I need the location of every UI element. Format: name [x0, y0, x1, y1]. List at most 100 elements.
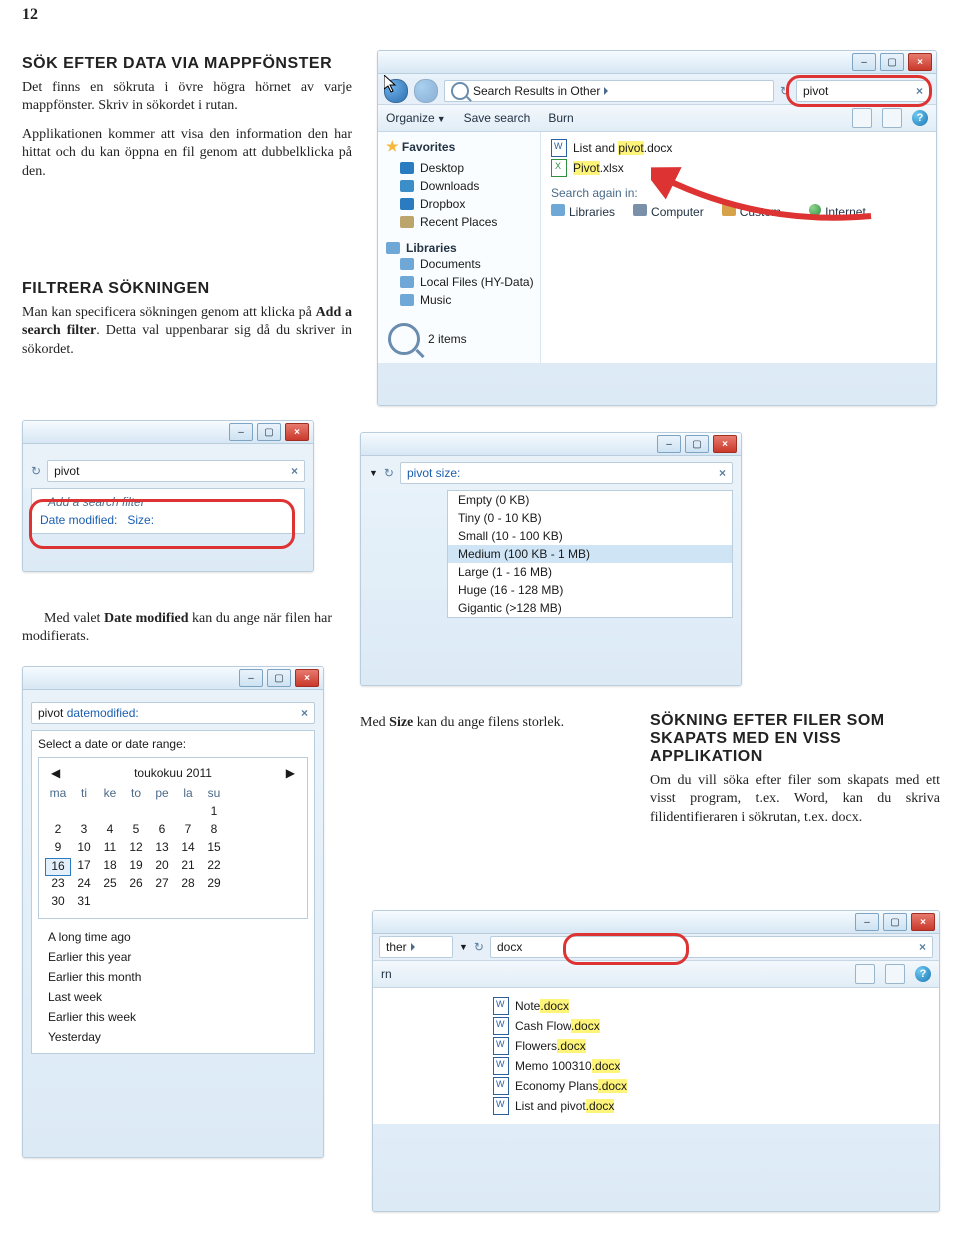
- calendar-day[interactable]: 9: [45, 840, 71, 858]
- refresh-icon[interactable]: ↻: [31, 464, 41, 478]
- calendar-day[interactable]: 2: [45, 822, 71, 840]
- calendar-day[interactable]: 20: [149, 858, 175, 876]
- calendar-day[interactable]: 12: [123, 840, 149, 858]
- calendar-day[interactable]: 24: [71, 876, 97, 894]
- calendar-day[interactable]: 18: [97, 858, 123, 876]
- refresh-icon[interactable]: ↻: [474, 940, 484, 954]
- maximize-button[interactable]: ▢: [257, 423, 281, 441]
- size-option-selected[interactable]: Medium (100 KB - 1 MB): [448, 545, 732, 563]
- search-box[interactable]: pivot datemodified: ×: [31, 702, 315, 724]
- close-button[interactable]: ×: [911, 913, 935, 931]
- date-range-list[interactable]: A long time ago Earlier this year Earlie…: [38, 927, 308, 1047]
- burn-button[interactable]: Burn: [548, 111, 573, 125]
- date-range-option[interactable]: Earlier this month: [38, 967, 308, 987]
- calendar-day[interactable]: 4: [97, 822, 123, 840]
- forward-button[interactable]: [414, 79, 438, 103]
- sidebar-item-downloads[interactable]: Downloads: [386, 177, 536, 195]
- navigation-pane[interactable]: ★ Favorites Desktop Downloads Dropbox Re…: [378, 132, 541, 363]
- refresh-icon[interactable]: ↻: [384, 466, 394, 480]
- search-box[interactable]: docx ×: [490, 936, 933, 958]
- calendar-day[interactable]: 14: [175, 840, 201, 858]
- calendar-day[interactable]: 16: [45, 858, 71, 876]
- date-range-option[interactable]: Earlier this week: [38, 1007, 308, 1027]
- calendar-next[interactable]: ▶: [286, 766, 295, 780]
- maximize-button[interactable]: ▢: [267, 669, 291, 687]
- file-item[interactable]: Memo 100310.docx: [493, 1056, 929, 1076]
- help-button[interactable]: ?: [915, 966, 931, 982]
- file-item[interactable]: Note.docx: [493, 996, 929, 1016]
- file-list[interactable]: Note.docxCash Flow.docxFlowers.docxMemo …: [373, 988, 939, 1124]
- preview-pane-button[interactable]: [882, 108, 902, 128]
- file-item-docx[interactable]: List and pivot.docx: [551, 138, 926, 158]
- preview-pane-button[interactable]: [885, 964, 905, 984]
- calendar-day[interactable]: 26: [123, 876, 149, 894]
- calendar-day[interactable]: 30: [45, 894, 71, 912]
- minimize-button[interactable]: –: [657, 435, 681, 453]
- calendar-day[interactable]: 29: [201, 876, 227, 894]
- size-option[interactable]: Huge (16 - 128 MB): [448, 581, 732, 599]
- sidebar-item-localfiles[interactable]: Local Files (HY-Data): [386, 273, 536, 291]
- date-range-option[interactable]: A long time ago: [38, 927, 308, 947]
- calendar-day[interactable]: 11: [97, 840, 123, 858]
- close-button[interactable]: ×: [713, 435, 737, 453]
- file-item[interactable]: Economy Plans.docx: [493, 1076, 929, 1096]
- view-mode-button[interactable]: [852, 108, 872, 128]
- save-search-button[interactable]: Save search: [464, 111, 531, 125]
- minimize-button[interactable]: –: [239, 669, 263, 687]
- file-item[interactable]: List and pivot.docx: [493, 1096, 929, 1116]
- calendar[interactable]: ◀ toukokuu 2011 ▶ matiketopelasu12345678…: [38, 757, 308, 919]
- calendar-day[interactable]: 8: [201, 822, 227, 840]
- size-option[interactable]: Gigantic (>128 MB): [448, 599, 732, 617]
- size-option[interactable]: Tiny (0 - 10 KB): [448, 509, 732, 527]
- calendar-day[interactable]: 7: [175, 822, 201, 840]
- sidebar-item-dropbox[interactable]: Dropbox: [386, 195, 536, 213]
- date-range-option[interactable]: Last week: [38, 987, 308, 1007]
- calendar-day[interactable]: 3: [71, 822, 97, 840]
- size-options-list[interactable]: Empty (0 KB) Tiny (0 - 10 KB) Small (10 …: [447, 490, 733, 618]
- calendar-day[interactable]: 6: [149, 822, 175, 840]
- search-box[interactable]: pivot ×: [47, 460, 305, 482]
- close-button[interactable]: ×: [908, 53, 932, 71]
- organize-menu[interactable]: Organize▼: [386, 111, 446, 125]
- search-location-libraries[interactable]: Libraries: [551, 204, 615, 219]
- calendar-day[interactable]: 22: [201, 858, 227, 876]
- breadcrumb-fragment[interactable]: ther: [379, 936, 453, 958]
- clear-search-icon[interactable]: ×: [301, 706, 308, 720]
- calendar-day[interactable]: 13: [149, 840, 175, 858]
- size-option[interactable]: Small (10 - 100 KB): [448, 527, 732, 545]
- breadcrumb[interactable]: Search Results in Other: [444, 80, 774, 102]
- calendar-day[interactable]: 28: [175, 876, 201, 894]
- size-option[interactable]: Empty (0 KB): [448, 491, 732, 509]
- minimize-button[interactable]: –: [852, 53, 876, 71]
- calendar-day[interactable]: 31: [71, 894, 97, 912]
- calendar-day[interactable]: 5: [123, 822, 149, 840]
- calendar-day[interactable]: 1: [201, 804, 227, 822]
- libraries-header[interactable]: Libraries: [386, 241, 536, 255]
- date-range-option[interactable]: Earlier this year: [38, 947, 308, 967]
- calendar-prev[interactable]: ◀: [51, 766, 60, 780]
- size-option[interactable]: Large (1 - 16 MB): [448, 563, 732, 581]
- clear-search-icon[interactable]: ×: [719, 466, 726, 480]
- sidebar-item-desktop[interactable]: Desktop: [386, 159, 536, 177]
- calendar-day[interactable]: 27: [149, 876, 175, 894]
- maximize-button[interactable]: ▢: [883, 913, 907, 931]
- file-item[interactable]: Flowers.docx: [493, 1036, 929, 1056]
- file-item[interactable]: Cash Flow.docx: [493, 1016, 929, 1036]
- calendar-day[interactable]: 21: [175, 858, 201, 876]
- calendar-day[interactable]: 25: [97, 876, 123, 894]
- close-button[interactable]: ×: [295, 669, 319, 687]
- minimize-button[interactable]: –: [855, 913, 879, 931]
- close-button[interactable]: ×: [285, 423, 309, 441]
- search-box[interactable]: pivot size: ×: [400, 462, 733, 484]
- maximize-button[interactable]: ▢: [685, 435, 709, 453]
- clear-search-icon[interactable]: ×: [919, 940, 926, 954]
- sidebar-item-recent[interactable]: Recent Places: [386, 213, 536, 231]
- view-mode-button[interactable]: [855, 964, 875, 984]
- minimize-button[interactable]: –: [229, 423, 253, 441]
- calendar-day[interactable]: 15: [201, 840, 227, 858]
- sidebar-item-documents[interactable]: Documents: [386, 255, 536, 273]
- calendar-day[interactable]: 19: [123, 858, 149, 876]
- maximize-button[interactable]: ▢: [880, 53, 904, 71]
- help-button[interactable]: ?: [912, 110, 928, 126]
- sidebar-item-music[interactable]: Music: [386, 291, 536, 309]
